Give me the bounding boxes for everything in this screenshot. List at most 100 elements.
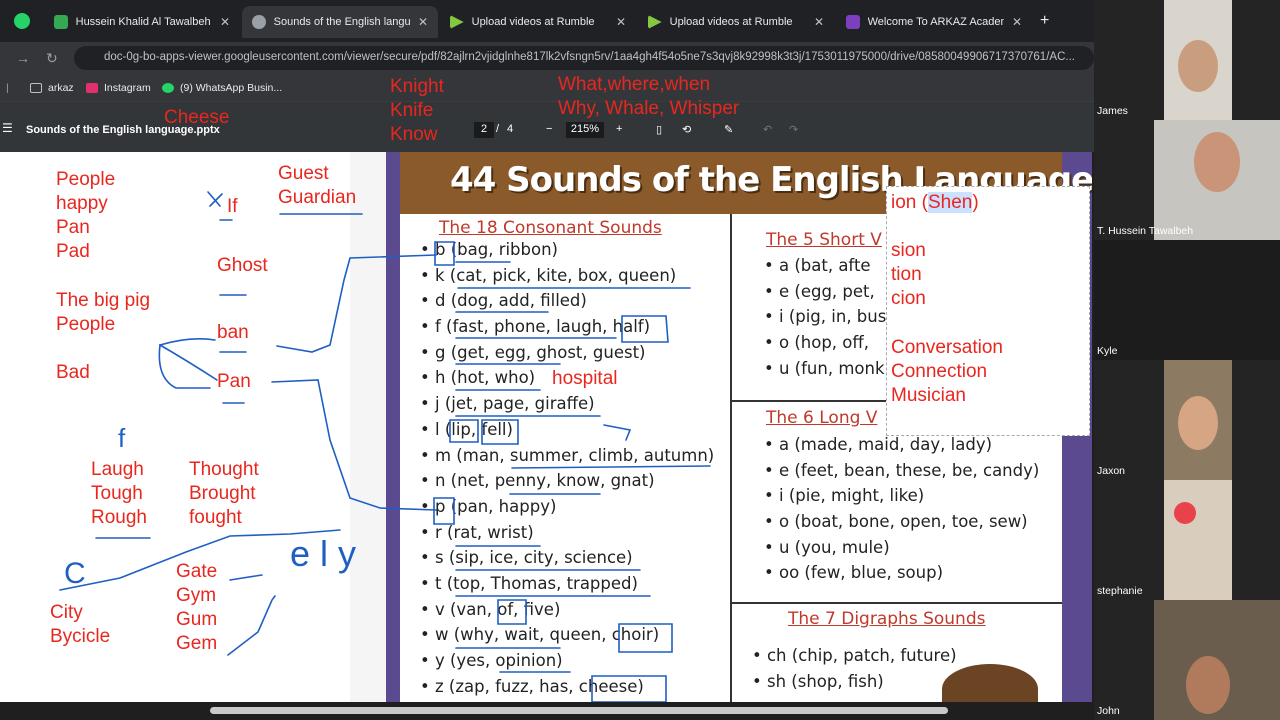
bookmark-separator: | xyxy=(6,82,9,94)
participant-tile-stephanie[interactable]: stephanie xyxy=(1094,480,1280,600)
rumble-icon xyxy=(450,15,464,29)
list-item: g (get, egg, ghost, guest) xyxy=(420,343,714,369)
column-divider xyxy=(730,214,732,702)
textbox-endings: sion tion cion xyxy=(891,240,926,309)
tab-arkaz[interactable]: Welcome To ARKAZ Academy ✕ xyxy=(836,6,1032,38)
bookmark-whatsapp[interactable]: (9) WhatsApp Busin... xyxy=(162,82,282,94)
whatsapp-icon xyxy=(162,83,174,93)
participant-tile-james[interactable]: James xyxy=(1094,0,1280,120)
zoom-level[interactable]: 215% xyxy=(566,122,604,138)
avatar xyxy=(1178,40,1218,92)
list-item: u (fun, monk xyxy=(764,359,886,385)
close-icon[interactable]: ✕ xyxy=(418,15,428,29)
list-item: s (sip, ice, city, science) xyxy=(420,548,714,574)
bookmark-label: Instagram xyxy=(104,82,151,94)
list-item: j (jet, page, giraffe) xyxy=(420,394,714,420)
list-item: a (made, maid, day, lady) xyxy=(764,435,1039,461)
participant-tile-kyle[interactable]: Kyle xyxy=(1094,240,1280,360)
new-tab-icon[interactable]: + xyxy=(1040,12,1049,30)
tab-rumble-1[interactable]: Upload videos at Rumble ✕ xyxy=(440,6,636,38)
wb-thought: Thought Brought fought xyxy=(189,459,259,528)
fit-page-icon[interactable]: ▯ xyxy=(656,123,662,136)
address-bar: → ↻ doc-0g-bo-apps-viewer.googleusercont… xyxy=(0,42,1094,74)
undo-icon[interactable]: ↶ xyxy=(763,123,772,136)
tab-rumble-2[interactable]: Upload videos at Rumble ✕ xyxy=(638,6,834,38)
redo-icon[interactable]: ↷ xyxy=(789,123,798,136)
list-item: k (cat, pick, kite, box, queen) xyxy=(420,266,714,292)
close-icon[interactable]: ✕ xyxy=(814,15,824,29)
annotation-hospital: hospital xyxy=(552,368,618,389)
close-icon[interactable]: ✕ xyxy=(1012,15,1022,29)
wb-city: City Bycicle xyxy=(50,602,111,647)
list-item: i (pig, in, bus xyxy=(764,307,886,333)
close-icon[interactable]: ✕ xyxy=(616,15,626,29)
scrollbar-thumb[interactable] xyxy=(210,707,948,714)
wb-pan: Pan xyxy=(217,371,251,392)
zoom-out-icon[interactable]: − xyxy=(546,123,552,135)
whatsapp-pinned-tab-icon[interactable] xyxy=(14,13,30,29)
video-feed xyxy=(1164,360,1232,480)
page-total: 4 xyxy=(507,123,514,135)
tab-hussein[interactable]: Hussein Khalid Al Tawalbeh - G ✕ xyxy=(44,6,240,38)
list-item: d (dog, add, filled) xyxy=(420,291,714,317)
list-item: i (pie, might, like) xyxy=(764,486,1039,512)
participant-tile-jaxon[interactable]: Jaxon xyxy=(1094,360,1280,480)
list-item: t (top, Thomas, trapped) xyxy=(420,574,714,600)
list-item: o (boat, bone, open, toe, sew) xyxy=(764,512,1039,538)
participants-panel: James T. Hussein Tawalbeh Kyle Jaxon ste… xyxy=(1094,0,1280,720)
wb-people-list: People happy Pan Pad xyxy=(56,169,116,262)
short-vowel-list: a (bat, afte e (egg, pet, i (pig, in, bu… xyxy=(764,256,886,384)
tab-title: Upload videos at Rumble xyxy=(669,16,793,28)
annotate-icon[interactable]: ✎ xyxy=(724,123,733,136)
list-item: l (lip, fell) xyxy=(420,420,714,446)
globe-icon xyxy=(252,15,266,29)
participant-tile-john[interactable]: John xyxy=(1094,600,1280,720)
arkaz-icon xyxy=(846,15,860,29)
rotate-icon[interactable]: ⟲ xyxy=(682,123,691,136)
ion-highlight: Shen xyxy=(927,192,973,213)
sheets-icon xyxy=(54,15,68,29)
list-item: z (zap, fuzz, has, cheese) xyxy=(420,677,714,702)
textbox-words: Conversation Connection Musician xyxy=(891,337,1003,406)
wb-f: f xyxy=(118,423,126,453)
participant-tile-hussein[interactable]: T. Hussein Tawalbeh xyxy=(1094,120,1280,240)
avatar xyxy=(1194,132,1240,192)
horizontal-scrollbar[interactable] xyxy=(0,702,1094,720)
list-item: e (feet, bean, these, be, candy) xyxy=(764,461,1039,487)
participant-name: stephanie xyxy=(1097,585,1143,597)
consonant-list: b (bag, ribbon) k (cat, pick, kite, box,… xyxy=(420,240,714,702)
forward-icon[interactable]: → xyxy=(16,50,30,66)
bookmark-instagram[interactable]: Instagram xyxy=(86,82,151,94)
annotation-wh: What,where,when Why, Whale, Whisper xyxy=(558,74,740,119)
wb-c: C xyxy=(64,557,86,590)
zoom-in-icon[interactable]: + xyxy=(616,123,622,135)
bookmark-arkaz[interactable]: arkaz xyxy=(30,82,74,94)
avatar xyxy=(1174,502,1196,524)
annotation-textbox[interactable]: ion (Shen) sion tion cion Conversation C… xyxy=(886,186,1090,436)
page-number-input[interactable]: 2 xyxy=(474,122,494,138)
video-feed xyxy=(1164,0,1232,120)
list-item: sh (shop, fish) xyxy=(752,672,957,698)
list-item: e (egg, pet, xyxy=(764,282,886,308)
reload-icon[interactable]: ↻ xyxy=(46,50,58,67)
bookmark-label: (9) WhatsApp Busin... xyxy=(180,82,283,94)
avatar xyxy=(1178,396,1218,450)
list-item: n (net, penny, know, gnat) xyxy=(420,471,714,497)
textbox-ion-line: ion (Shen) xyxy=(891,191,979,215)
tab-sounds[interactable]: Sounds of the English language ✕ xyxy=(242,6,438,38)
url-field[interactable]: doc-0g-bo-apps-viewer.googleusercontent.… xyxy=(74,46,1094,70)
wb-pig: The big pig People xyxy=(56,290,151,335)
digraph-heading: The 7 Digraphs Sounds xyxy=(788,609,986,629)
annotation-knight: Knight Knife Know xyxy=(390,76,444,145)
list-item: m (man, summer, climb, autumn) xyxy=(420,446,714,472)
close-icon[interactable]: ✕ xyxy=(220,15,230,29)
bookmark-label: arkaz xyxy=(48,82,74,94)
ion-text: ion ( xyxy=(891,192,928,213)
list-item: ch (chip, patch, future) xyxy=(752,646,957,672)
short-vowel-heading: The 5 Short V xyxy=(766,230,882,250)
list-item: oo (few, blue, soup) xyxy=(764,563,1039,589)
wb-ghost: Ghost xyxy=(217,255,268,276)
video-feed xyxy=(1164,480,1232,600)
menu-icon[interactable]: ☰ xyxy=(2,121,13,135)
page-separator: / xyxy=(496,123,500,135)
